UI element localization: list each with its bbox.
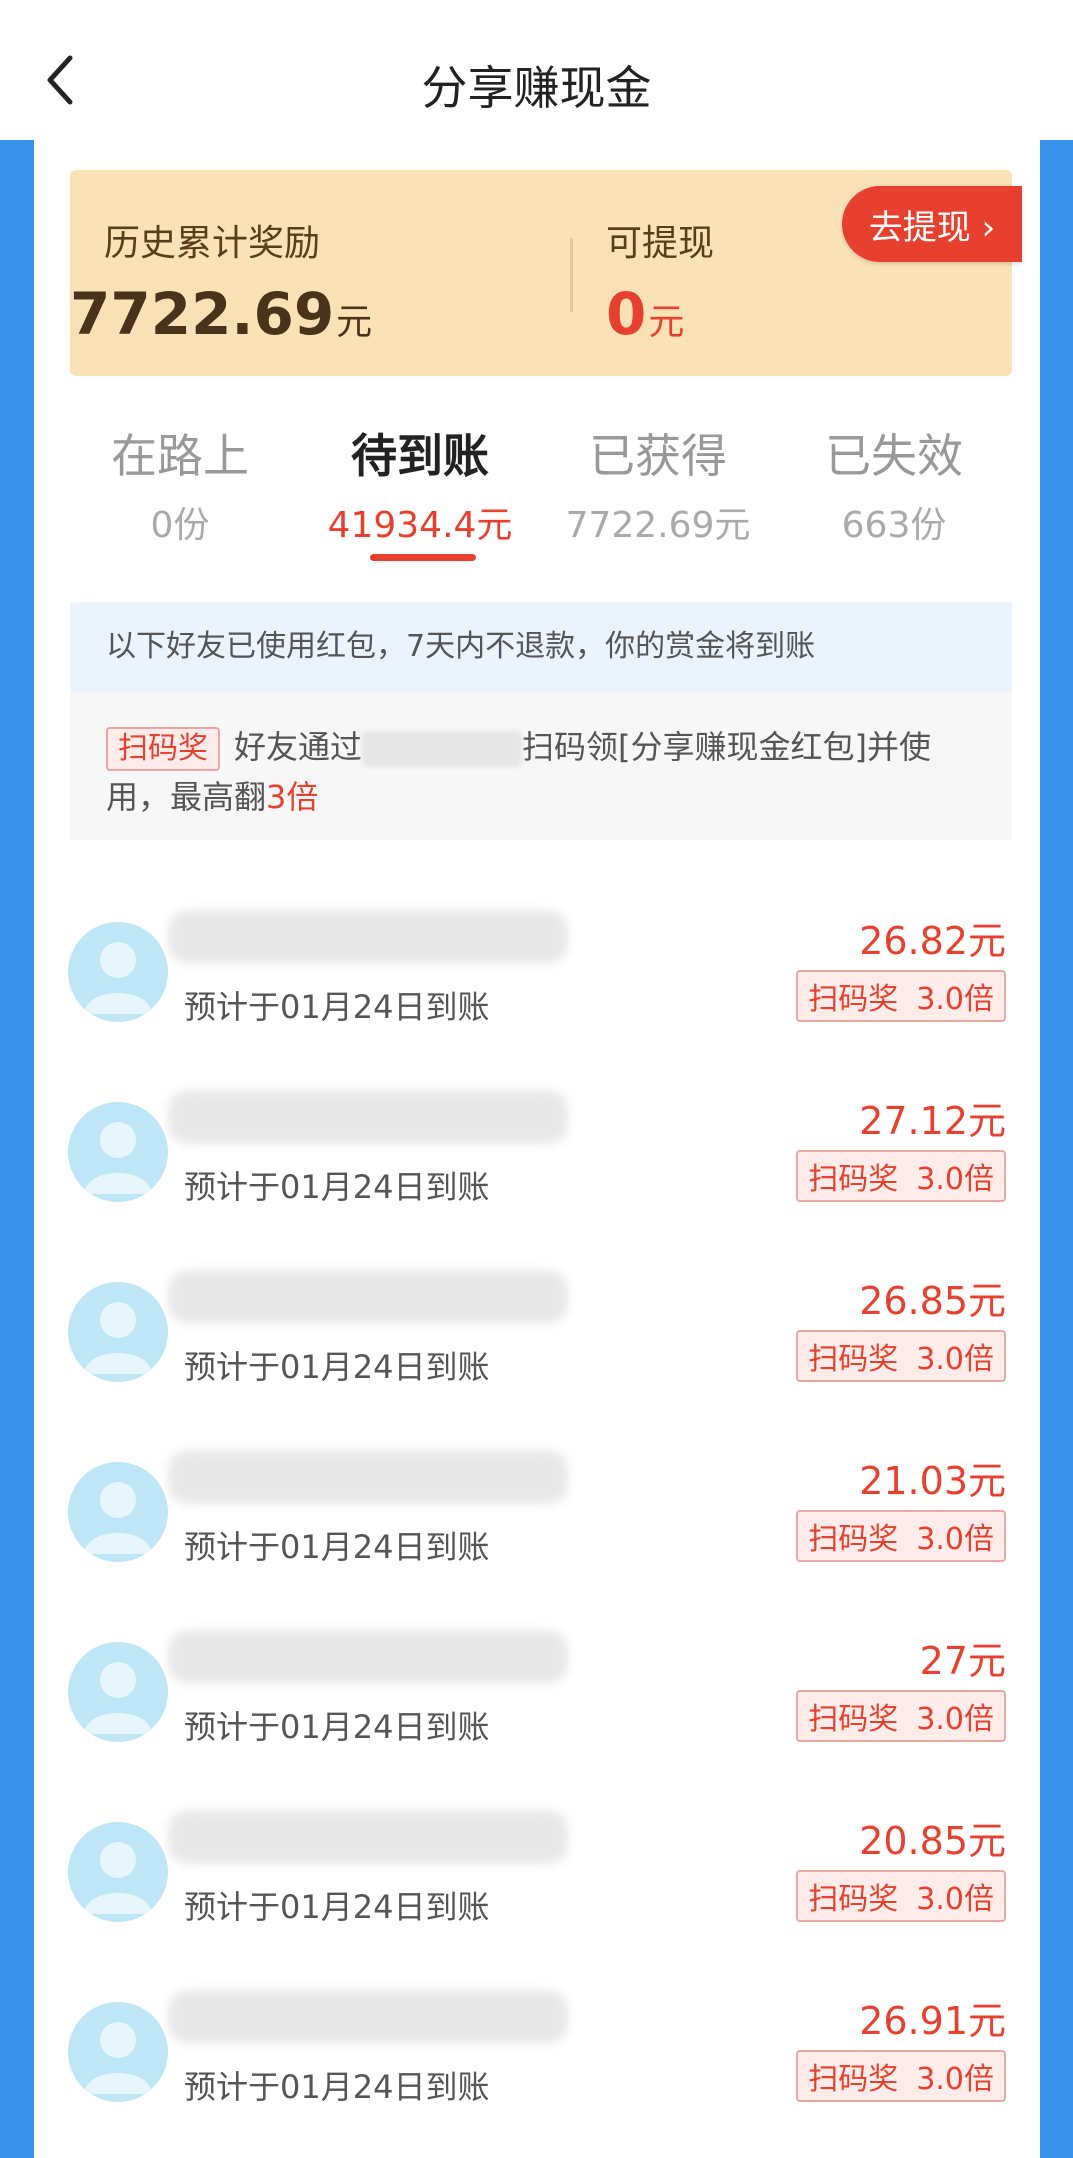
blurred-name: [168, 1450, 568, 1504]
user-icon: [84, 1302, 152, 1374]
multiplier-badge: 扫码奖 3.0倍: [796, 970, 1006, 1022]
total-reward-label: 历史累计奖励: [104, 223, 321, 264]
active-tab-indicator: [370, 554, 476, 561]
blurred-name: [168, 1270, 568, 1324]
reward-amount: 26.85元: [859, 1279, 1006, 1323]
blurred-name: [168, 1810, 568, 1864]
list-item[interactable]: 预计于01月24日到账 20.85元 扫码奖 3.0倍: [34, 1770, 1040, 1950]
avatar: [68, 1642, 168, 1742]
multiplier-badge: 扫码奖 3.0倍: [796, 1150, 1006, 1202]
user-icon: [84, 1122, 152, 1194]
tab-received[interactable]: 已获得 7722.69元: [538, 420, 778, 548]
multiplier-badge: 扫码奖 3.0倍: [796, 1330, 1006, 1382]
avatar: [68, 1282, 168, 1382]
multiplier-badge: 扫码奖 3.0倍: [796, 1870, 1006, 1922]
reward-amount: 26.91元: [859, 1999, 1006, 2043]
reward-amount: 27元: [919, 1639, 1006, 1683]
withdrawable-amount: 0元: [606, 280, 685, 348]
list-item[interactable]: 预计于01月24日到账 27.12元 扫码奖 3.0倍: [34, 1050, 1040, 1230]
user-icon: [84, 1662, 152, 1734]
total-reward-amount: 7722.69元: [70, 280, 373, 348]
user-icon: [84, 942, 152, 1014]
withdraw-button[interactable]: 去提现 ›: [842, 186, 1022, 262]
eta-text: 预计于01月24日到账: [184, 1168, 490, 1206]
blurred-text: [362, 731, 523, 767]
blurred-name: [168, 910, 568, 964]
eta-text: 预计于01月24日到账: [184, 1528, 490, 1566]
reward-amount: 26.82元: [859, 919, 1006, 963]
page-title: 分享赚现金: [421, 61, 652, 115]
status-tabs: 在路上 0份 待到账 41934.4元 已获得 7722.69元 已失效 663…: [34, 420, 1040, 570]
avatar: [68, 1462, 168, 1562]
content-panel: 历史累计奖励 7722.69元 可提现 0元 去提现 › 在路上 0份 待到账 …: [34, 140, 1040, 2158]
list-item[interactable]: 预计于01月24日到账 26.91元 扫码奖 3.0倍: [34, 1950, 1040, 2130]
blurred-name: [168, 1090, 568, 1144]
top-bar: 分享赚现金: [0, 0, 1073, 140]
withdrawable-label: 可提现: [606, 223, 715, 264]
eta-text: 预计于01月24日到账: [184, 2068, 490, 2106]
user-icon: [84, 1482, 152, 1554]
promo-info: 扫码奖 好友通过 扫码领[分享赚现金红包]并使 用，最高翻3倍: [70, 692, 1012, 840]
user-icon: [84, 2022, 152, 2094]
reward-amount: 20.85元: [859, 1819, 1006, 1863]
user-icon: [84, 1842, 152, 1914]
list-item[interactable]: 预计于01月24日到账 21.03元 扫码奖 3.0倍: [34, 1410, 1040, 1590]
list-item[interactable]: 预计于01月24日到账 27元 扫码奖 3.0倍: [34, 1590, 1040, 1770]
scan-reward-tag: 扫码奖: [106, 727, 220, 771]
multiplier-badge: 扫码奖 3.0倍: [796, 1510, 1006, 1562]
blurred-name: [168, 1990, 568, 2044]
reward-amount: 27.12元: [859, 1099, 1006, 1143]
avatar: [68, 2002, 168, 2102]
tab-in-transit[interactable]: 在路上 0份: [60, 420, 300, 548]
multiplier-badge: 扫码奖 3.0倍: [796, 2050, 1006, 2102]
eta-text: 预计于01月24日到账: [184, 1888, 490, 1926]
list-item[interactable]: 预计于01月24日到账 26.82元 扫码奖 3.0倍: [34, 870, 1040, 1050]
list-item[interactable]: 预计于01月24日到账 26.85元 扫码奖 3.0倍: [34, 1230, 1040, 1410]
multiplier-badge: 扫码奖 3.0倍: [796, 1690, 1006, 1742]
avatar: [68, 1822, 168, 1922]
tab-expired[interactable]: 已失效 663份: [774, 420, 1014, 548]
eta-text: 预计于01月24日到账: [184, 1708, 490, 1746]
reward-amount: 21.03元: [859, 1459, 1006, 1503]
reward-divider: [570, 238, 573, 312]
tab-pending[interactable]: 待到账 41934.4元: [300, 420, 540, 548]
reward-card: 历史累计奖励 7722.69元 可提现 0元 去提现 ›: [70, 170, 1022, 376]
avatar: [68, 1102, 168, 1202]
blurred-name: [168, 1630, 568, 1684]
avatar: [68, 922, 168, 1022]
eta-text: 预计于01月24日到账: [184, 1348, 490, 1386]
eta-text: 预计于01月24日到账: [184, 988, 490, 1026]
notice-banner: 以下好友已使用红包，7天内不退款，你的赏金将到账: [70, 602, 1012, 692]
